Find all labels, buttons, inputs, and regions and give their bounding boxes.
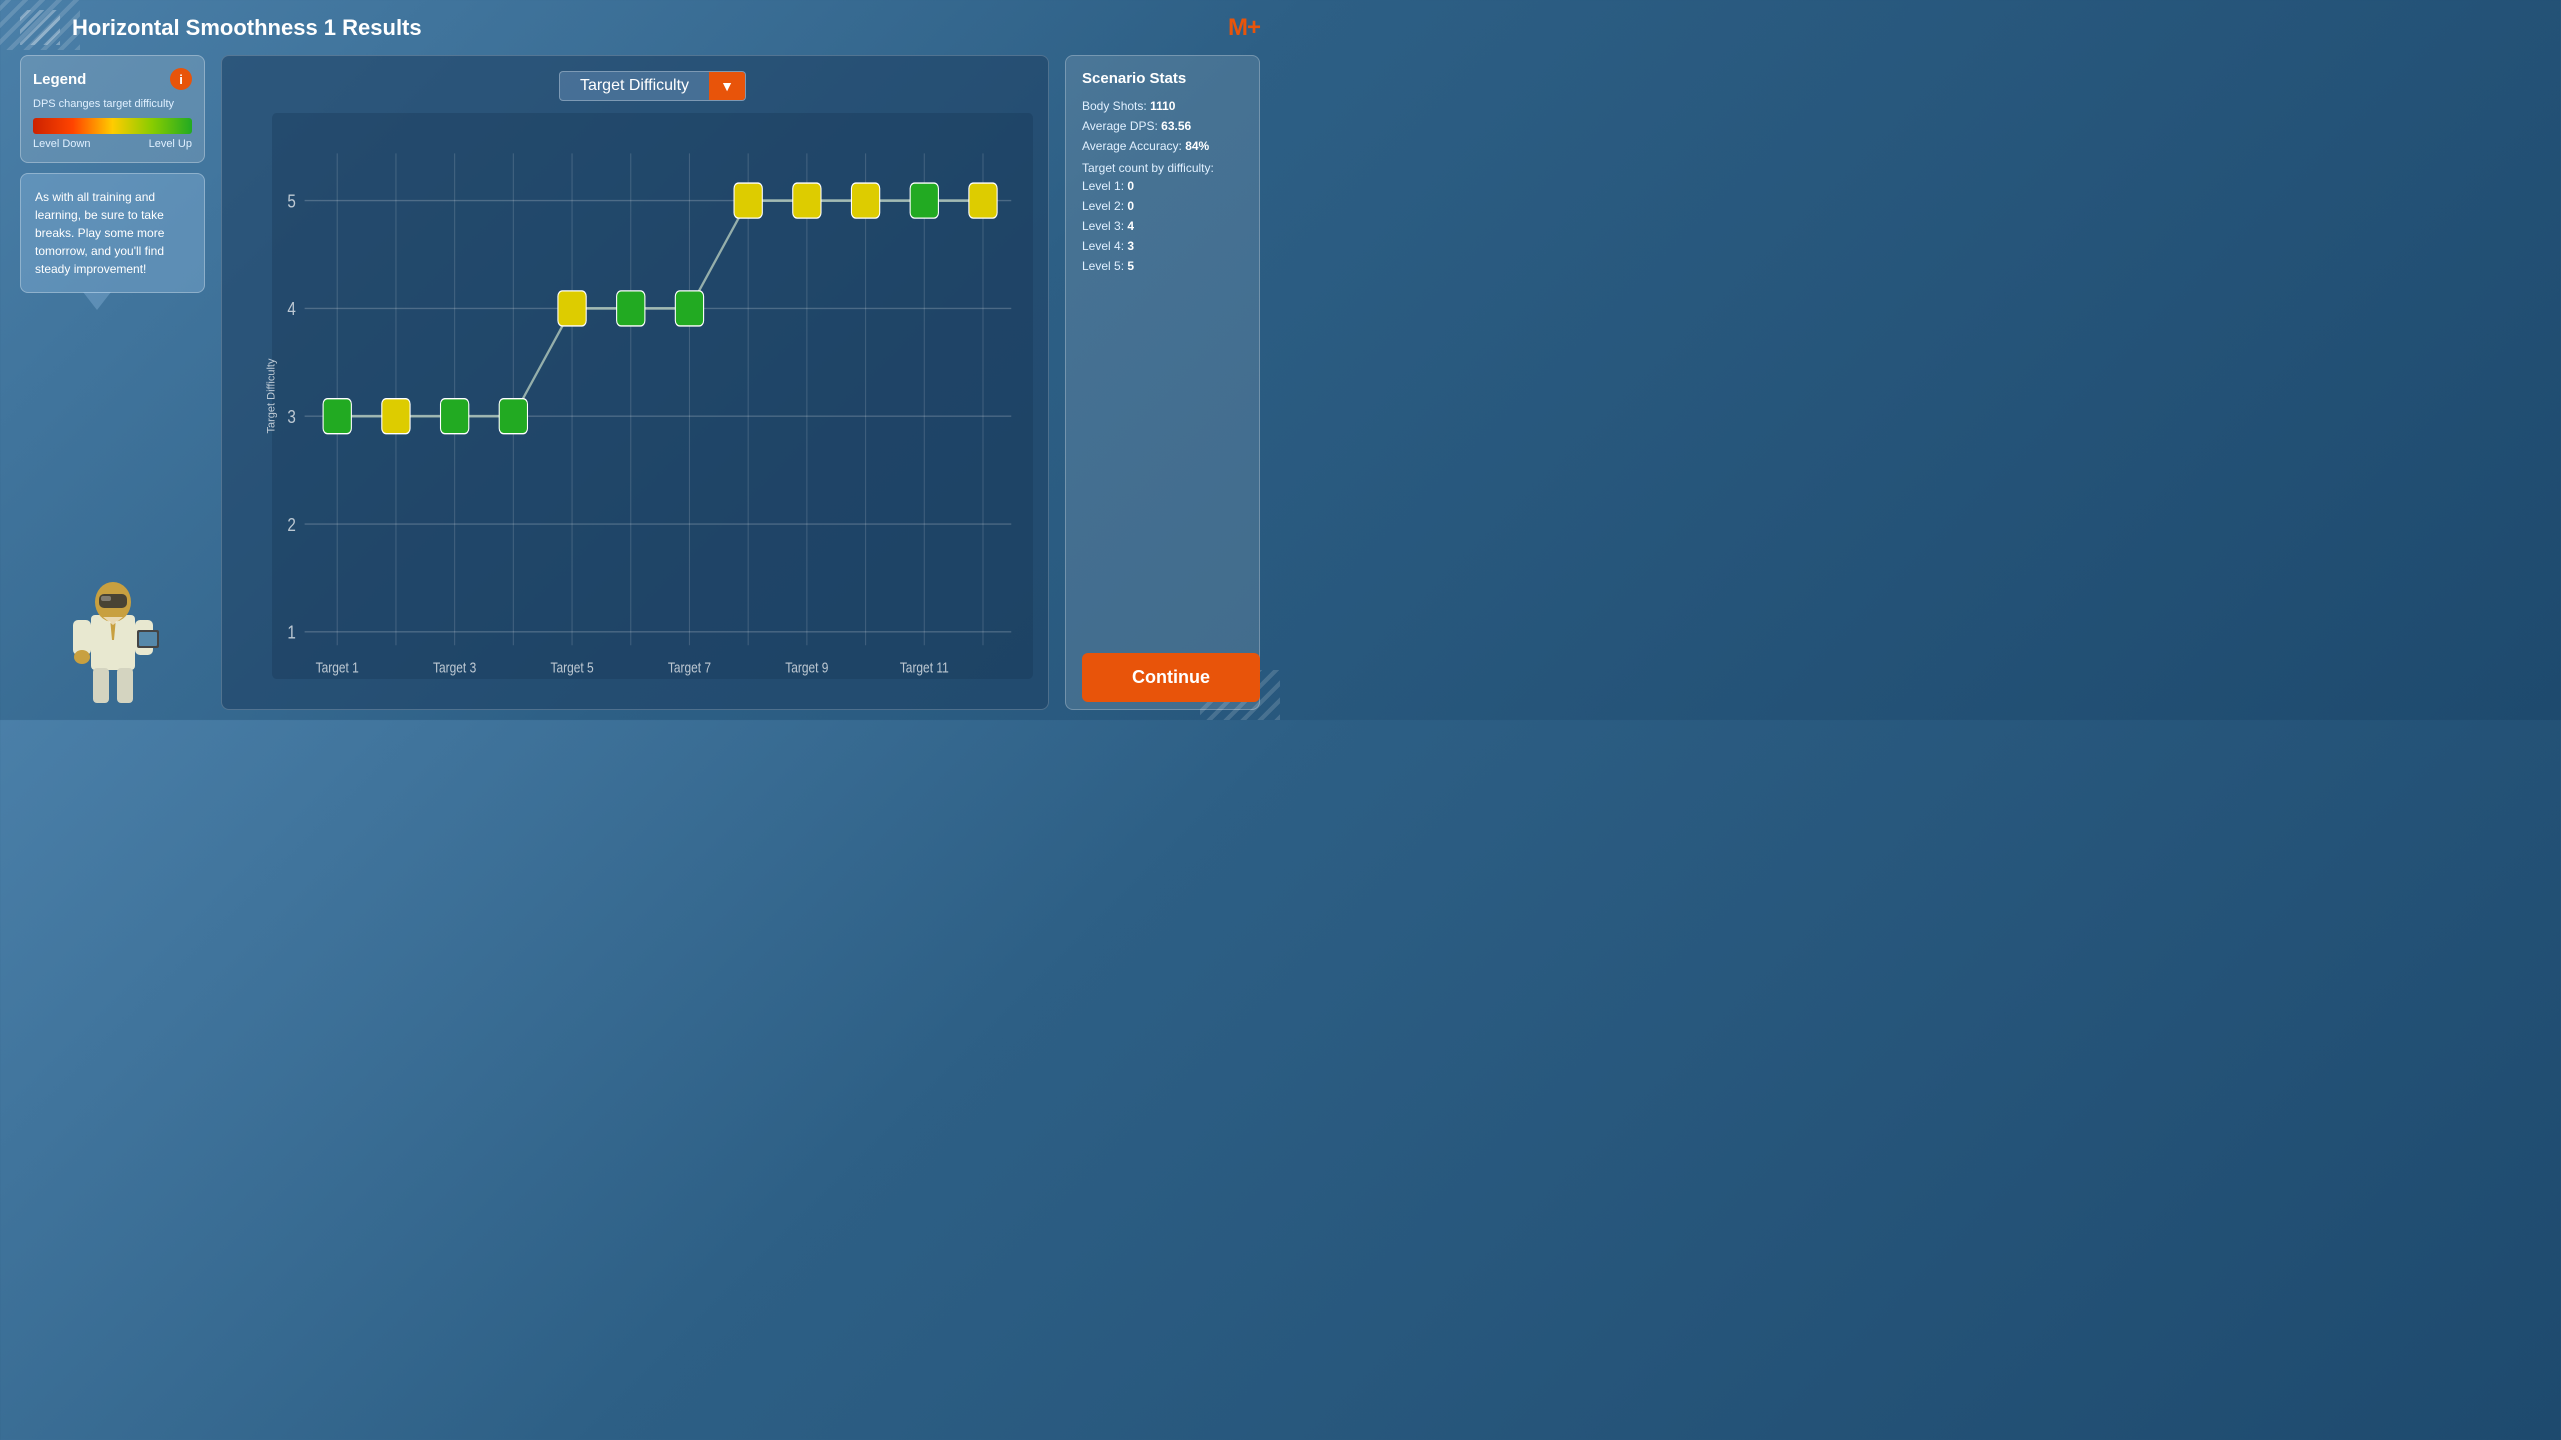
continue-button-row: Continue	[1082, 653, 1260, 702]
continue-button[interactable]: Continue	[1082, 653, 1260, 702]
svg-text:2: 2	[287, 513, 295, 535]
header: Horizontal Smoothness 1 Results M+	[0, 0, 1280, 55]
chart-dropdown-row: Target Difficulty ▼	[272, 71, 1033, 101]
stats-panel: Scenario Stats Body Shots: 1110 Average …	[1065, 55, 1260, 710]
chart-dropdown-button[interactable]: ▼	[709, 72, 745, 100]
header-left: Horizontal Smoothness 1 Results	[20, 10, 422, 45]
legend-label-up: Level Up	[149, 138, 192, 150]
legend-header: Legend i	[33, 68, 192, 90]
stat-level-5: Level 5: 5	[1082, 259, 1243, 273]
stat-level-4: Level 4: 3	[1082, 239, 1243, 253]
bg-stripes-topleft	[0, 0, 80, 50]
page-title: Horizontal Smoothness 1 Results	[72, 15, 422, 41]
chart-dropdown-label: Target Difficulty	[560, 72, 709, 100]
stat-level-1: Level 1: 0	[1082, 179, 1243, 193]
stat-body-shots: Body Shots: 1110	[1082, 99, 1243, 113]
svg-text:1: 1	[287, 621, 295, 643]
stats-target-count-label: Target count by difficulty:	[1082, 161, 1243, 175]
character-figure	[63, 550, 163, 710]
chart-svg: 1 2 3 4 5 Target 1 Target 3 Target 5 Tar…	[272, 113, 1033, 679]
svg-text:Target 9: Target 9	[785, 659, 828, 676]
svg-text:5: 5	[287, 190, 295, 212]
legend-labels: Level Down Level Up	[33, 138, 192, 150]
svg-text:Target 11: Target 11	[900, 659, 949, 676]
svg-text:Target 3: Target 3	[433, 659, 476, 676]
stat-level-3: Level 3: 4	[1082, 219, 1243, 233]
left-panel: Legend i DPS changes target difficulty L…	[20, 55, 205, 710]
y-axis-label: Target Difficulty	[266, 359, 278, 434]
chart-panel: Target Difficulty ▼ Target Difficulty	[221, 55, 1049, 710]
stat-avg-accuracy: Average Accuracy: 84%	[1082, 139, 1243, 153]
svg-text:Target 1: Target 1	[316, 659, 359, 676]
logo: M+	[1228, 14, 1260, 42]
legend-title: Legend	[33, 71, 86, 88]
svg-text:Target 5: Target 5	[550, 659, 593, 676]
stats-title: Scenario Stats	[1082, 70, 1243, 87]
tip-box: As with all training and learning, be su…	[20, 173, 205, 293]
character-area	[20, 313, 205, 710]
legend-box: Legend i DPS changes target difficulty L…	[20, 55, 205, 163]
info-icon[interactable]: i	[170, 68, 192, 90]
svg-text:3: 3	[287, 405, 295, 427]
main-content: Legend i DPS changes target difficulty L…	[0, 55, 1280, 720]
difficulty-gradient-bar	[33, 118, 192, 134]
chart-dropdown[interactable]: Target Difficulty ▼	[559, 71, 746, 101]
stat-level-2: Level 2: 0	[1082, 199, 1243, 213]
svg-text:Target 7: Target 7	[668, 659, 711, 676]
chevron-down-icon: ▼	[720, 78, 734, 94]
legend-label-down: Level Down	[33, 138, 90, 150]
chart-area: Target Difficulty	[272, 113, 1033, 679]
legend-description: DPS changes target difficulty	[33, 98, 192, 110]
tip-text: As with all training and learning, be su…	[35, 188, 190, 278]
stat-avg-dps: Average DPS: 63.56	[1082, 119, 1243, 133]
svg-text:4: 4	[287, 298, 296, 320]
